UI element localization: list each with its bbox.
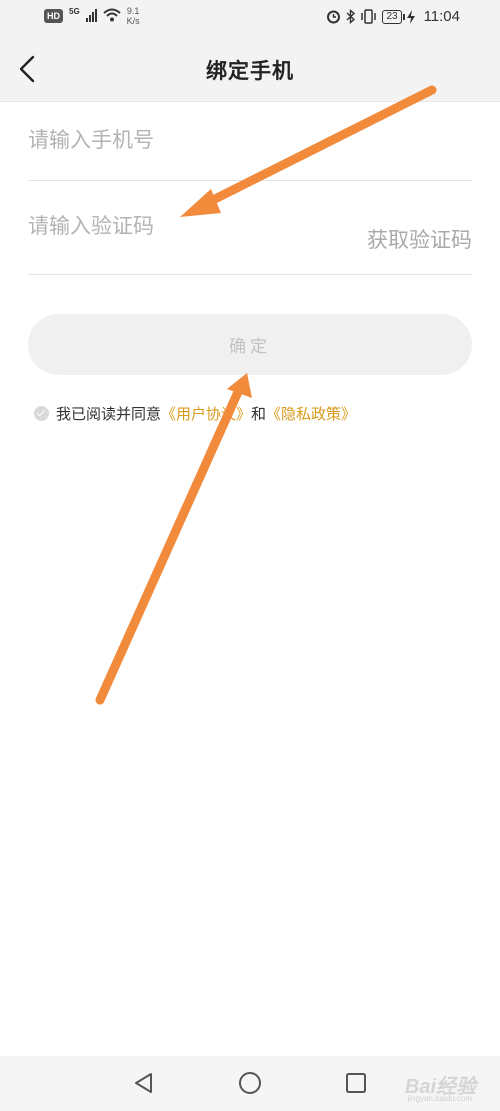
battery-icon: 23: [382, 9, 405, 24]
clock: 11:04: [423, 8, 460, 25]
verification-code-input[interactable]: [28, 214, 328, 238]
phone-input[interactable]: [28, 128, 328, 152]
agreement-row: 我已阅读并同意 《用户协议》 和 《隐私政策》: [34, 403, 356, 424]
page-title: 绑定手机: [206, 59, 294, 83]
nav-recents-icon[interactable]: [343, 1070, 369, 1096]
confirm-button[interactable]: 确定: [28, 314, 472, 375]
agreement-and: 和: [251, 405, 267, 423]
privacy-policy-link[interactable]: 《隐私政策》: [266, 403, 356, 424]
vibrate-icon: [361, 9, 377, 24]
charging-icon: [406, 9, 415, 24]
status-bar: HD 5G 9.1 K/s 23 11:04: [0, 0, 500, 36]
network-speed: 9.1 K/s: [126, 6, 140, 26]
agreement-text: 我已阅读并同意: [56, 405, 162, 423]
phone-field: [28, 128, 472, 181]
network-type: 5G: [69, 7, 80, 16]
nav-home-icon[interactable]: [237, 1070, 263, 1096]
get-code-button[interactable]: 获取验证码: [367, 224, 472, 254]
code-field: 获取验证码: [28, 214, 472, 275]
nav-back-icon[interactable]: [131, 1070, 157, 1096]
bluetooth-icon: [346, 9, 356, 24]
signal-icon: [85, 8, 97, 22]
agreement-checkbox[interactable]: [34, 406, 49, 421]
alarm-icon: [327, 10, 341, 24]
watermark-url: jingyan.baidu.com: [407, 1094, 472, 1103]
hd-badge: HD: [44, 9, 63, 23]
system-nav-bar: Bai经验 jingyan.baidu.com: [0, 1056, 500, 1111]
user-agreement-link[interactable]: 《用户协议》: [161, 403, 251, 424]
header: 绑定手机: [0, 36, 500, 102]
wifi-icon: [103, 8, 121, 22]
